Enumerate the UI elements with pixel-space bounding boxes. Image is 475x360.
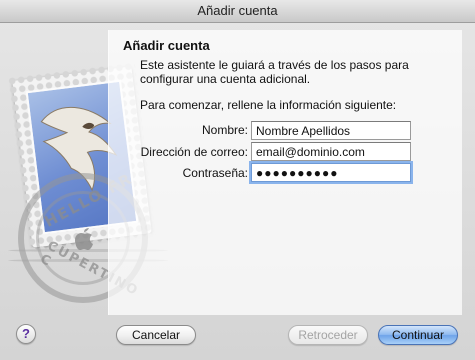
window-title: Añadir cuenta	[0, 0, 475, 23]
password-label: Contraseña:	[182, 166, 248, 180]
email-label: Dirección de correo:	[140, 145, 248, 159]
password-field[interactable]	[251, 163, 411, 182]
help-button[interactable]: ?	[16, 324, 36, 344]
name-label: Nombre:	[201, 123, 248, 137]
wizard-panel: Añadir cuenta Este asistente le guiará a…	[108, 30, 462, 315]
email-field[interactable]	[251, 142, 411, 161]
continue-button[interactable]: Continuar	[378, 325, 458, 345]
page-title: Añadir cuenta	[123, 38, 210, 53]
cancel-button[interactable]: Cancelar	[116, 325, 196, 345]
back-button[interactable]: Retroceder	[288, 325, 368, 345]
add-account-window: Añadir cuenta HELLO FR CUPERTINO C Añadi…	[0, 0, 475, 360]
apple-logo-icon	[74, 226, 96, 259]
wizard-prompt: Para comenzar, rellene la información si…	[140, 98, 397, 112]
name-field[interactable]	[251, 121, 411, 140]
wizard-description: Este asistente le guiará a través de los…	[140, 58, 409, 86]
